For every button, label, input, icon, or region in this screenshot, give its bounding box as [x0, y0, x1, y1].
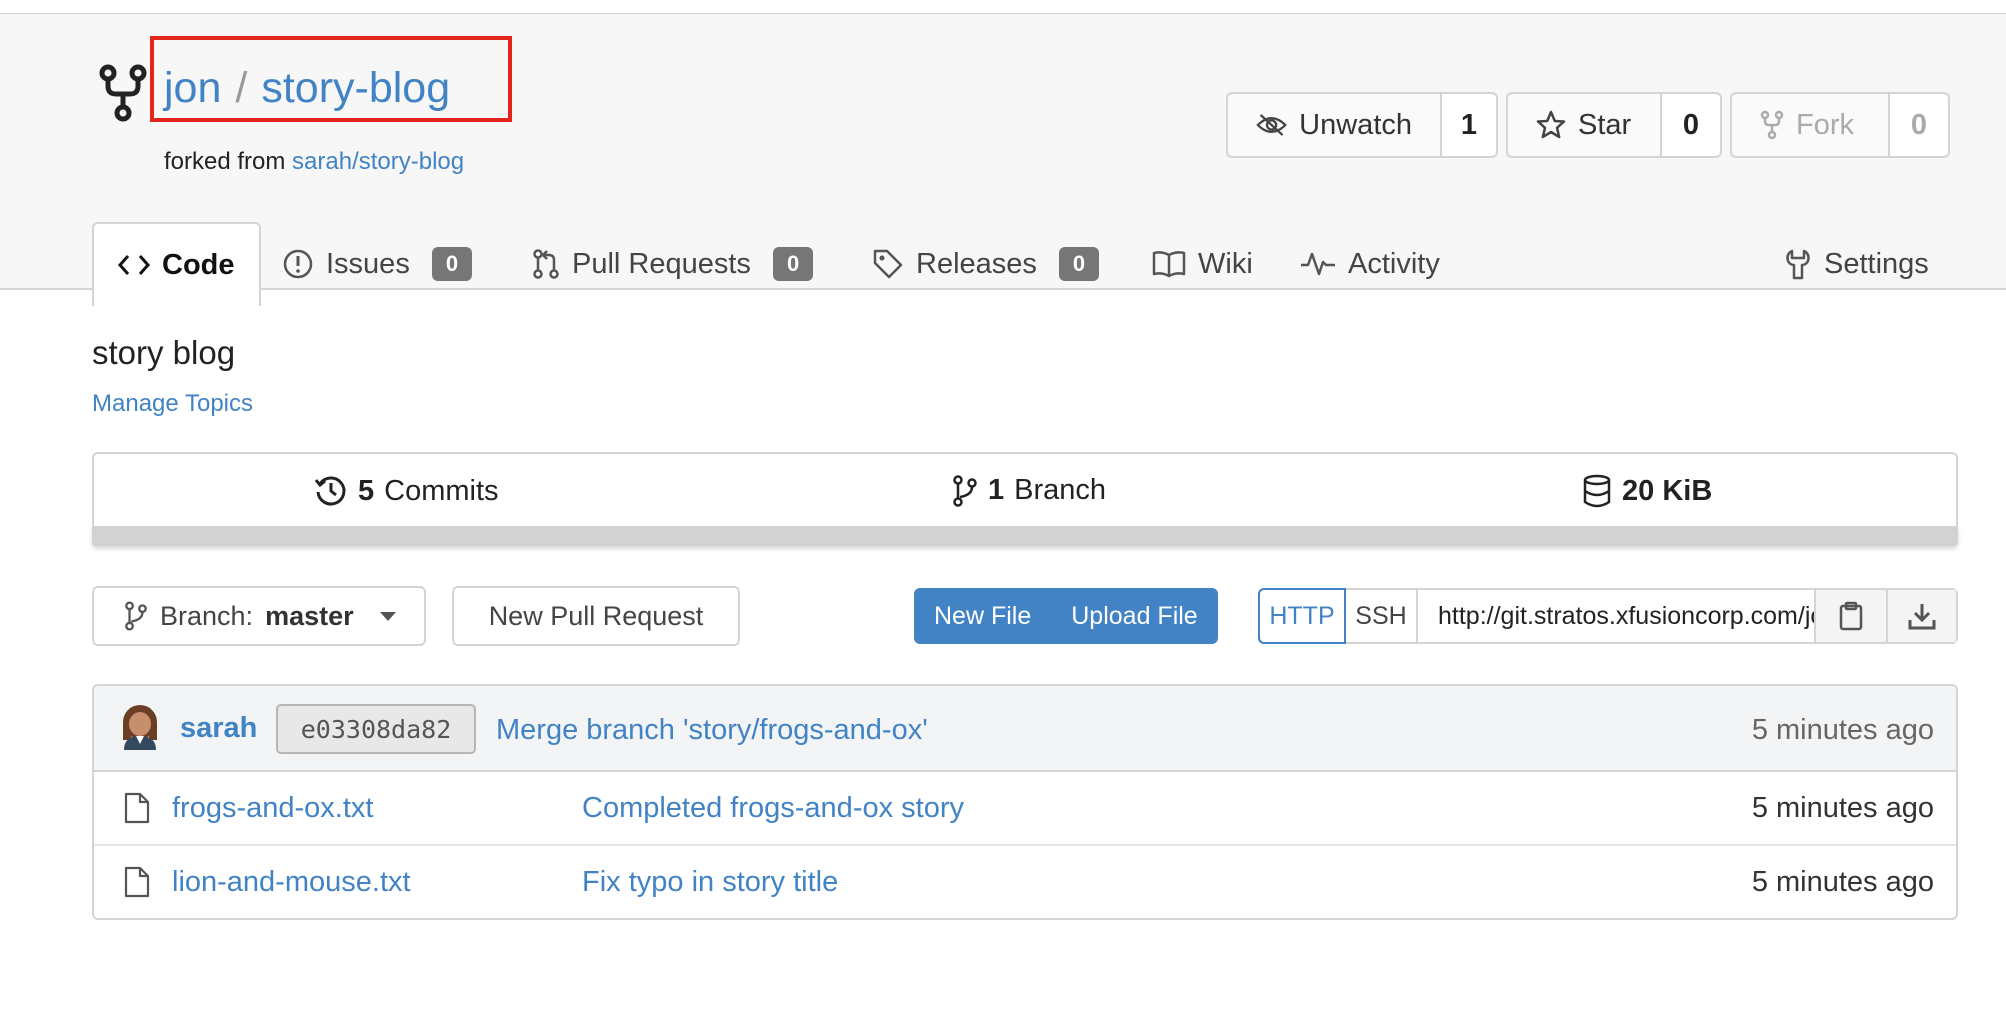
- branch-icon: [953, 474, 977, 507]
- fork-button-group: Fork 0: [1730, 92, 1950, 158]
- pull-request-icon: [533, 249, 559, 279]
- pull-requests-count-badge: 0: [772, 247, 814, 281]
- repo-fork-icon: [99, 64, 147, 122]
- commit-message-link[interactable]: Merge branch 'story/frogs-and-ox': [496, 714, 928, 747]
- file-icon: [124, 866, 150, 898]
- latest-commit: sarah e03308da82 Merge branch 'story/fro…: [94, 686, 1956, 772]
- tab-activity[interactable]: Activity: [1300, 222, 1440, 306]
- star-button[interactable]: Star: [1508, 94, 1662, 156]
- tab-issues[interactable]: Issues 0: [282, 222, 473, 306]
- new-pull-request-button[interactable]: New Pull Request: [452, 586, 740, 646]
- branch-selector[interactable]: Branch: master: [92, 586, 426, 646]
- highlight-annotation: [150, 36, 512, 122]
- star-button-group: Star 0: [1506, 92, 1722, 158]
- file-commit-message-link[interactable]: Fix typo in story title: [582, 866, 838, 899]
- tab-pull-requests[interactable]: Pull Requests 0: [532, 222, 814, 306]
- download-icon: [1908, 604, 1936, 630]
- issue-icon: [283, 249, 313, 279]
- branches-count: 1: [988, 474, 1005, 506]
- repo-size: 20 KiB: [1622, 474, 1713, 507]
- upload-file-button[interactable]: Upload File: [1051, 602, 1217, 631]
- tab-settings[interactable]: Settings: [1784, 222, 1929, 306]
- clone-panel: HTTP SSH http://git.stratos.xfusioncorp.…: [1258, 588, 1958, 644]
- http-button[interactable]: HTTP: [1258, 588, 1346, 644]
- tab-wiki[interactable]: Wiki: [1152, 222, 1253, 306]
- forked-from: forked from sarah/story-blog: [164, 148, 464, 176]
- releases-count-badge: 0: [1058, 247, 1100, 281]
- book-icon: [1152, 251, 1186, 278]
- file-name-link[interactable]: lion-and-mouse.txt: [172, 866, 411, 899]
- database-icon: [1583, 474, 1611, 508]
- tab-releases[interactable]: Releases 0: [872, 222, 1100, 306]
- file-list: sarah e03308da82 Merge branch 'story/fro…: [92, 684, 1958, 920]
- chevron-down-icon: [379, 611, 396, 621]
- fork-label: Fork: [1796, 108, 1854, 141]
- language-bar: [92, 526, 1958, 546]
- top-border: [0, 0, 2006, 14]
- commits-stat[interactable]: 5 Commits: [314, 474, 499, 508]
- ssh-button[interactable]: SSH: [1346, 590, 1418, 642]
- history-icon: [314, 476, 346, 506]
- commit-author[interactable]: sarah: [180, 712, 257, 745]
- star-icon: [1536, 110, 1566, 139]
- fork-count[interactable]: 0: [1890, 94, 1948, 156]
- tag-icon: [873, 249, 903, 279]
- file-icon: [124, 792, 150, 824]
- tab-pull-requests-label: Pull Requests: [572, 247, 751, 280]
- commit-sha-button[interactable]: e03308da82: [276, 704, 476, 754]
- table-row: lion-and-mouse.txt Fix typo in story tit…: [94, 846, 1956, 920]
- tab-code[interactable]: Code: [92, 222, 261, 306]
- repo-header: jon / story-blog forked from sarah/story-b…: [0, 14, 2006, 306]
- branch-name: master: [265, 600, 354, 631]
- file-time: 5 minutes ago: [1751, 866, 1934, 898]
- tab-activity-label: Activity: [1348, 247, 1440, 280]
- commits-count: 5: [358, 474, 375, 507]
- fork-icon: [1760, 110, 1784, 140]
- branch-icon: [125, 601, 147, 631]
- file-actions: New File Upload File: [914, 588, 1218, 644]
- star-count[interactable]: 0: [1662, 94, 1720, 156]
- forked-from-link[interactable]: sarah/story-blog: [292, 148, 464, 175]
- tab-wiki-label: Wiki: [1198, 247, 1253, 280]
- clone-url-input[interactable]: http://git.stratos.xfusioncorp.com/jon/s…: [1418, 590, 1816, 642]
- branches-label: Branch: [1014, 474, 1107, 506]
- manage-topics-link[interactable]: Manage Topics: [92, 390, 253, 418]
- tab-settings-label: Settings: [1824, 247, 1929, 280]
- download-button[interactable]: [1886, 590, 1956, 642]
- branches-stat[interactable]: 1 Branch: [952, 474, 1106, 507]
- watch-button-group: Unwatch 1: [1226, 92, 1498, 158]
- watch-count[interactable]: 1: [1442, 94, 1496, 156]
- commits-label: Commits: [384, 474, 499, 507]
- tab-issues-label: Issues: [326, 247, 410, 280]
- tab-releases-label: Releases: [916, 247, 1037, 280]
- forked-from-label: forked from: [164, 148, 286, 175]
- branch-prefix: Branch:: [160, 600, 254, 631]
- unwatch-button[interactable]: Unwatch: [1228, 94, 1442, 156]
- unwatch-label: Unwatch: [1299, 108, 1412, 141]
- tab-code-label: Code: [162, 248, 235, 281]
- table-row: frogs-and-ox.txt Completed frogs-and-ox …: [94, 772, 1956, 846]
- repo-tabs: Code Issues 0 Pull Requests 0 Releases 0…: [92, 222, 1952, 306]
- size-stat: 20 KiB: [1582, 474, 1712, 508]
- file-name-link[interactable]: frogs-and-ox.txt: [172, 792, 373, 825]
- star-label: Star: [1578, 108, 1632, 141]
- avatar: [123, 705, 157, 750]
- new-file-button[interactable]: New File: [914, 602, 1051, 631]
- fork-button[interactable]: Fork: [1732, 94, 1890, 156]
- commit-time: 5 minutes ago: [1751, 714, 1934, 746]
- repo-description: story blog: [92, 334, 236, 371]
- issues-count-badge: 0: [431, 247, 473, 281]
- file-commit-message-link[interactable]: Completed frogs-and-ox story: [582, 792, 964, 825]
- code-icon: [118, 255, 150, 275]
- file-time: 5 minutes ago: [1751, 792, 1934, 824]
- pulse-icon: [1301, 252, 1335, 276]
- eye-slash-icon: [1256, 114, 1287, 136]
- clipboard-icon: [1839, 601, 1863, 631]
- copy-url-button[interactable]: [1816, 590, 1886, 642]
- tools-icon: [1786, 249, 1810, 280]
